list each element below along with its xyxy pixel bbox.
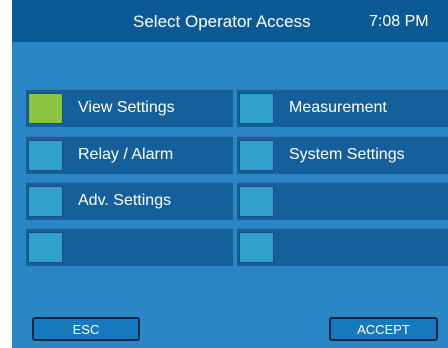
option-relay-alarm[interactable]: Relay / Alarm xyxy=(26,136,233,174)
operator-access-screen: Select Operator Access 7:08 PM View Sett… xyxy=(12,0,448,348)
option-checkbox[interactable] xyxy=(28,232,63,263)
option-checkbox[interactable] xyxy=(239,93,274,124)
option-checkbox[interactable] xyxy=(239,186,274,217)
option-checkbox[interactable] xyxy=(28,93,63,124)
option-label: System Settings xyxy=(289,146,405,163)
header-bar: Select Operator Access 7:08 PM xyxy=(12,0,448,42)
option-label: View Settings xyxy=(78,99,175,116)
clock-time: 7:08 PM xyxy=(369,13,429,30)
option-label: Relay / Alarm xyxy=(78,146,174,163)
page-title: Select Operator Access xyxy=(133,12,311,31)
option-adv-settings[interactable]: Adv. Settings xyxy=(26,182,233,220)
esc-button[interactable]: ESC xyxy=(32,317,140,341)
option-system-settings[interactable]: System Settings xyxy=(237,136,448,174)
option-checkbox[interactable] xyxy=(239,140,274,171)
option-empty-slot[interactable] xyxy=(26,228,233,266)
option-checkbox[interactable] xyxy=(28,140,63,171)
option-measurement[interactable]: Measurement xyxy=(237,89,448,127)
option-view-settings[interactable]: View Settings xyxy=(26,89,233,127)
accept-button[interactable]: ACCEPT xyxy=(329,317,438,341)
option-empty-slot[interactable] xyxy=(237,182,448,220)
option-checkbox[interactable] xyxy=(28,186,63,217)
option-label: Measurement xyxy=(289,99,387,116)
option-label: Adv. Settings xyxy=(78,192,172,209)
option-empty-slot[interactable] xyxy=(237,228,448,266)
option-checkbox[interactable] xyxy=(239,232,274,263)
